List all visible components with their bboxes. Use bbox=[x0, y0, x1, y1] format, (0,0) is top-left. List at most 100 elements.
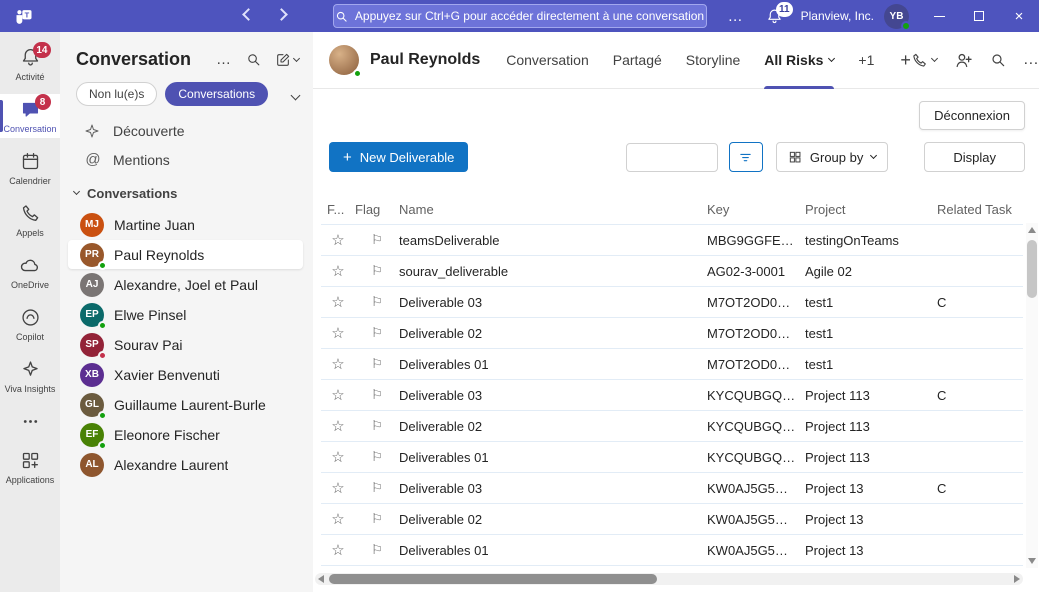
favorite-star-icon[interactable]: ☆ bbox=[331, 325, 344, 342]
rail-item-copilot[interactable]: Copilot bbox=[0, 302, 60, 346]
flag-icon[interactable]: ⚐ bbox=[371, 480, 383, 495]
favorite-star-icon[interactable]: ☆ bbox=[331, 449, 344, 466]
favorite-star-icon[interactable]: ☆ bbox=[331, 542, 344, 559]
conversations-section-header[interactable]: Conversations bbox=[60, 176, 313, 210]
flag-icon[interactable]: ⚐ bbox=[371, 356, 383, 371]
chat-item[interactable]: EP Elwe Pinsel bbox=[68, 300, 303, 329]
column-project[interactable]: Project bbox=[805, 202, 937, 217]
table-filter-input[interactable] bbox=[626, 143, 718, 172]
conversation-search-icon[interactable] bbox=[990, 52, 1006, 68]
chat-item[interactable]: MJ Martine Juan bbox=[68, 210, 303, 239]
vertical-scrollbar[interactable] bbox=[1026, 223, 1038, 568]
organization-name[interactable]: Planview, Inc. bbox=[801, 9, 874, 23]
favorite-star-icon[interactable]: ☆ bbox=[331, 294, 344, 311]
scroll-up-arrow-icon[interactable] bbox=[1028, 227, 1036, 233]
flag-icon[interactable]: ⚐ bbox=[371, 449, 383, 464]
back-icon[interactable] bbox=[242, 8, 255, 21]
pills-collapse-icon[interactable] bbox=[292, 87, 299, 102]
filter-button[interactable] bbox=[729, 142, 763, 172]
favorite-star-icon[interactable]: ☆ bbox=[331, 263, 344, 280]
favorite-star-icon[interactable]: ☆ bbox=[331, 480, 344, 497]
favorite-star-icon[interactable]: ☆ bbox=[331, 511, 344, 528]
chat-item-selected[interactable]: PR Paul Reynolds bbox=[68, 240, 303, 269]
rail-item-chat[interactable]: 8 Conversation bbox=[0, 94, 60, 138]
rail-item-onedrive[interactable]: OneDrive bbox=[0, 250, 60, 294]
flag-icon[interactable]: ⚐ bbox=[371, 325, 383, 340]
rail-item-activity[interactable]: 14 Activité bbox=[0, 42, 60, 86]
table-row[interactable]: ☆ ⚐ Deliverable 02 M7OT2OD0… test1 bbox=[321, 318, 1023, 349]
titlebar-more-icon[interactable]: … bbox=[716, 8, 756, 25]
filter-conversations-pill[interactable]: Conversations bbox=[165, 82, 268, 106]
flag-icon[interactable]: ⚐ bbox=[371, 542, 383, 557]
group-by-button[interactable]: Group by bbox=[776, 142, 888, 172]
shortcut-mentions[interactable]: @ Mentions bbox=[60, 145, 313, 174]
flag-icon[interactable]: ⚐ bbox=[371, 263, 383, 278]
notifications-bell-icon[interactable]: 11 bbox=[756, 8, 793, 25]
scroll-right-arrow-icon[interactable] bbox=[1014, 575, 1020, 583]
column-flag[interactable]: Flag bbox=[355, 202, 399, 217]
flag-icon[interactable]: ⚐ bbox=[371, 387, 383, 402]
favorite-star-icon[interactable]: ☆ bbox=[331, 418, 344, 435]
table-row[interactable]: ☆ ⚐ teamsDeliverable MBG9GGFE… testingOn… bbox=[321, 225, 1023, 256]
table-row[interactable]: ☆ ⚐ Deliverable 02 KYCQUBGQ… Project 113 bbox=[321, 411, 1023, 442]
table-row[interactable]: ☆ ⚐ Deliverable 03 KW0AJ5G5… Project 13 … bbox=[321, 473, 1023, 504]
table-row[interactable]: ☆ ⚐ Deliverables 01 KYCQUBGQ… Project 11… bbox=[321, 442, 1023, 473]
forward-icon[interactable] bbox=[275, 8, 288, 21]
tab-storyline[interactable]: Storyline bbox=[686, 32, 740, 89]
rail-item-viva-insights[interactable]: Viva Insights bbox=[0, 354, 60, 398]
new-deliverable-button[interactable]: + New Deliverable bbox=[329, 142, 468, 172]
rail-item-calendar[interactable]: Calendrier bbox=[0, 146, 60, 190]
filter-unread-pill[interactable]: Non lu(e)s bbox=[76, 82, 157, 106]
flag-icon[interactable]: ⚐ bbox=[371, 418, 383, 433]
favorite-star-icon[interactable]: ☆ bbox=[331, 232, 344, 249]
table-row[interactable]: ☆ ⚐ Deliverable 03 KYCQUBGQ… Project 113… bbox=[321, 380, 1023, 411]
logout-button[interactable]: Déconnexion bbox=[919, 101, 1025, 130]
horizontal-scroll-thumb[interactable] bbox=[329, 574, 657, 584]
display-button[interactable]: Display bbox=[924, 142, 1025, 172]
chat-item[interactable]: SP Sourav Pai bbox=[68, 330, 303, 359]
chat-item[interactable]: GL Guillaume Laurent-Burle bbox=[68, 390, 303, 419]
tab-conversation[interactable]: Conversation bbox=[506, 32, 589, 89]
chat-search-icon[interactable] bbox=[246, 52, 261, 67]
rail-item-calls[interactable]: Appels bbox=[0, 198, 60, 242]
chat-item[interactable]: AJ Alexandre, Joel et Paul bbox=[68, 270, 303, 299]
chat-filter-more-icon[interactable]: … bbox=[216, 51, 232, 68]
chat-item[interactable]: AL Alexandre Laurent bbox=[68, 450, 303, 479]
add-tab-icon[interactable]: + bbox=[900, 50, 911, 71]
tab-shared[interactable]: Partagé bbox=[613, 32, 662, 89]
horizontal-scrollbar[interactable] bbox=[315, 573, 1023, 585]
flag-icon[interactable]: ⚐ bbox=[371, 294, 383, 309]
chat-item[interactable]: EF Eleonore Fischer bbox=[68, 420, 303, 449]
favorite-star-icon[interactable]: ☆ bbox=[331, 387, 344, 404]
global-search-input[interactable]: Appuyez sur Ctrl+G pour accéder directem… bbox=[333, 4, 707, 28]
table-row[interactable]: ☆ ⚐ Deliverables 01 M7OT2OD0… test1 bbox=[321, 349, 1023, 380]
column-name[interactable]: Name bbox=[399, 202, 707, 217]
window-maximize-button[interactable] bbox=[959, 0, 999, 32]
flag-icon[interactable]: ⚐ bbox=[371, 511, 383, 526]
tab-overflow-count[interactable]: +1 bbox=[858, 32, 874, 89]
window-close-button[interactable]: × bbox=[999, 0, 1039, 32]
vertical-scroll-thumb[interactable] bbox=[1027, 240, 1037, 298]
tab-all-risks[interactable]: All Risks bbox=[764, 32, 834, 89]
conversation-more-icon[interactable]: … bbox=[1023, 51, 1039, 69]
new-chat-icon[interactable] bbox=[275, 52, 299, 68]
column-key[interactable]: Key bbox=[707, 202, 805, 217]
table-row[interactable]: ☆ ⚐ Deliverables 01 KW0AJ5G5… Project 13 bbox=[321, 535, 1023, 566]
scroll-left-arrow-icon[interactable] bbox=[318, 575, 324, 583]
chat-item[interactable]: XB Xavier Benvenuti bbox=[68, 360, 303, 389]
window-minimize-button[interactable] bbox=[919, 0, 959, 32]
scroll-down-arrow-icon[interactable] bbox=[1028, 558, 1036, 564]
profile-avatar[interactable]: YB bbox=[884, 4, 909, 29]
add-people-button[interactable] bbox=[954, 51, 973, 70]
table-row[interactable]: ☆ ⚐ sourav_deliverable AG02-3-0001 Agile… bbox=[321, 256, 1023, 287]
favorite-star-icon[interactable]: ☆ bbox=[331, 356, 344, 373]
column-favorite[interactable]: F... bbox=[321, 202, 355, 217]
shortcut-discover[interactable]: Découverte bbox=[60, 116, 313, 145]
rail-item-applications[interactable]: Applications bbox=[0, 445, 60, 489]
column-related-task[interactable]: Related Task bbox=[937, 202, 1023, 217]
table-row[interactable]: ☆ ⚐ Deliverable 02 KW0AJ5G5… Project 13 bbox=[321, 504, 1023, 535]
flag-icon[interactable]: ⚐ bbox=[371, 232, 383, 247]
call-button[interactable] bbox=[911, 52, 937, 69]
rail-item-more-apps[interactable] bbox=[0, 406, 60, 437]
table-row[interactable]: ☆ ⚐ Deliverable 03 M7OT2OD0… test1 C bbox=[321, 287, 1023, 318]
